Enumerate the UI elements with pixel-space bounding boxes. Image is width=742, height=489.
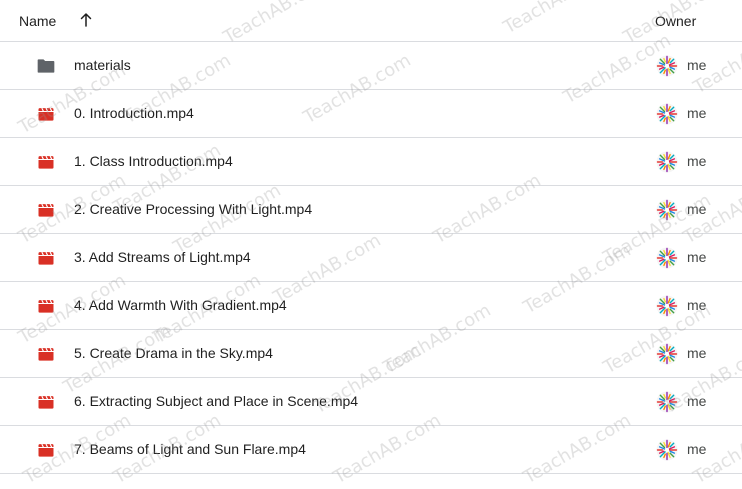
video-file-icon: [38, 107, 54, 121]
owner-avatar-icon: [656, 247, 678, 269]
owner-name: me: [687, 249, 707, 265]
file-row[interactable]: 2. Creative Processing With Light.mp4 me: [0, 186, 742, 234]
file-row[interactable]: 1. Class Introduction.mp4 me: [0, 138, 742, 186]
file-name[interactable]: 7. Beams of Light and Sun Flare.mp4: [74, 441, 306, 457]
sort-ascending-arrow-icon[interactable]: [77, 11, 95, 29]
owner-name: me: [687, 57, 707, 73]
file-rows: materials me 0. Introduction.mp4 me 1. C…: [0, 42, 742, 474]
column-header-owner[interactable]: Owner: [655, 13, 696, 29]
file-name[interactable]: 0. Introduction.mp4: [74, 105, 194, 121]
file-list-page: Name Owner materials me 0. Introduction.…: [0, 0, 742, 489]
video-file-icon: [38, 251, 54, 265]
owner-name: me: [687, 201, 707, 217]
file-row[interactable]: 7. Beams of Light and Sun Flare.mp4 me: [0, 426, 742, 474]
file-row[interactable]: 0. Introduction.mp4 me: [0, 90, 742, 138]
folder-icon: [37, 59, 55, 73]
owner-avatar-icon: [656, 199, 678, 221]
file-row[interactable]: 4. Add Warmth With Gradient.mp4 me: [0, 282, 742, 330]
owner-name: me: [687, 393, 707, 409]
file-row[interactable]: 5. Create Drama in the Sky.mp4 me: [0, 330, 742, 378]
owner-avatar-icon: [656, 55, 678, 77]
owner-avatar-icon: [656, 151, 678, 173]
owner-name: me: [687, 297, 707, 313]
file-name[interactable]: 4. Add Warmth With Gradient.mp4: [74, 297, 287, 313]
owner-avatar-icon: [656, 391, 678, 413]
file-name[interactable]: 2. Creative Processing With Light.mp4: [74, 201, 312, 217]
video-file-icon: [38, 395, 54, 409]
owner-avatar-icon: [656, 343, 678, 365]
video-file-icon: [38, 443, 54, 457]
file-row[interactable]: 3. Add Streams of Light.mp4 me: [0, 234, 742, 282]
owner-name: me: [687, 441, 707, 457]
file-list-header: Name Owner: [0, 0, 742, 42]
owner-avatar-icon: [656, 103, 678, 125]
column-header-name[interactable]: Name: [19, 13, 56, 29]
file-name[interactable]: materials: [74, 57, 131, 73]
owner-avatar-icon: [656, 295, 678, 317]
video-file-icon: [38, 299, 54, 313]
file-row[interactable]: materials me: [0, 42, 742, 90]
owner-name: me: [687, 105, 707, 121]
video-file-icon: [38, 155, 54, 169]
owner-name: me: [687, 345, 707, 361]
file-name[interactable]: 6. Extracting Subject and Place in Scene…: [74, 393, 358, 409]
file-name[interactable]: 5. Create Drama in the Sky.mp4: [74, 345, 273, 361]
file-name[interactable]: 3. Add Streams of Light.mp4: [74, 249, 251, 265]
file-name[interactable]: 1. Class Introduction.mp4: [74, 153, 233, 169]
file-row[interactable]: 6. Extracting Subject and Place in Scene…: [0, 378, 742, 426]
video-file-icon: [38, 347, 54, 361]
video-file-icon: [38, 203, 54, 217]
owner-name: me: [687, 153, 707, 169]
owner-avatar-icon: [656, 439, 678, 461]
